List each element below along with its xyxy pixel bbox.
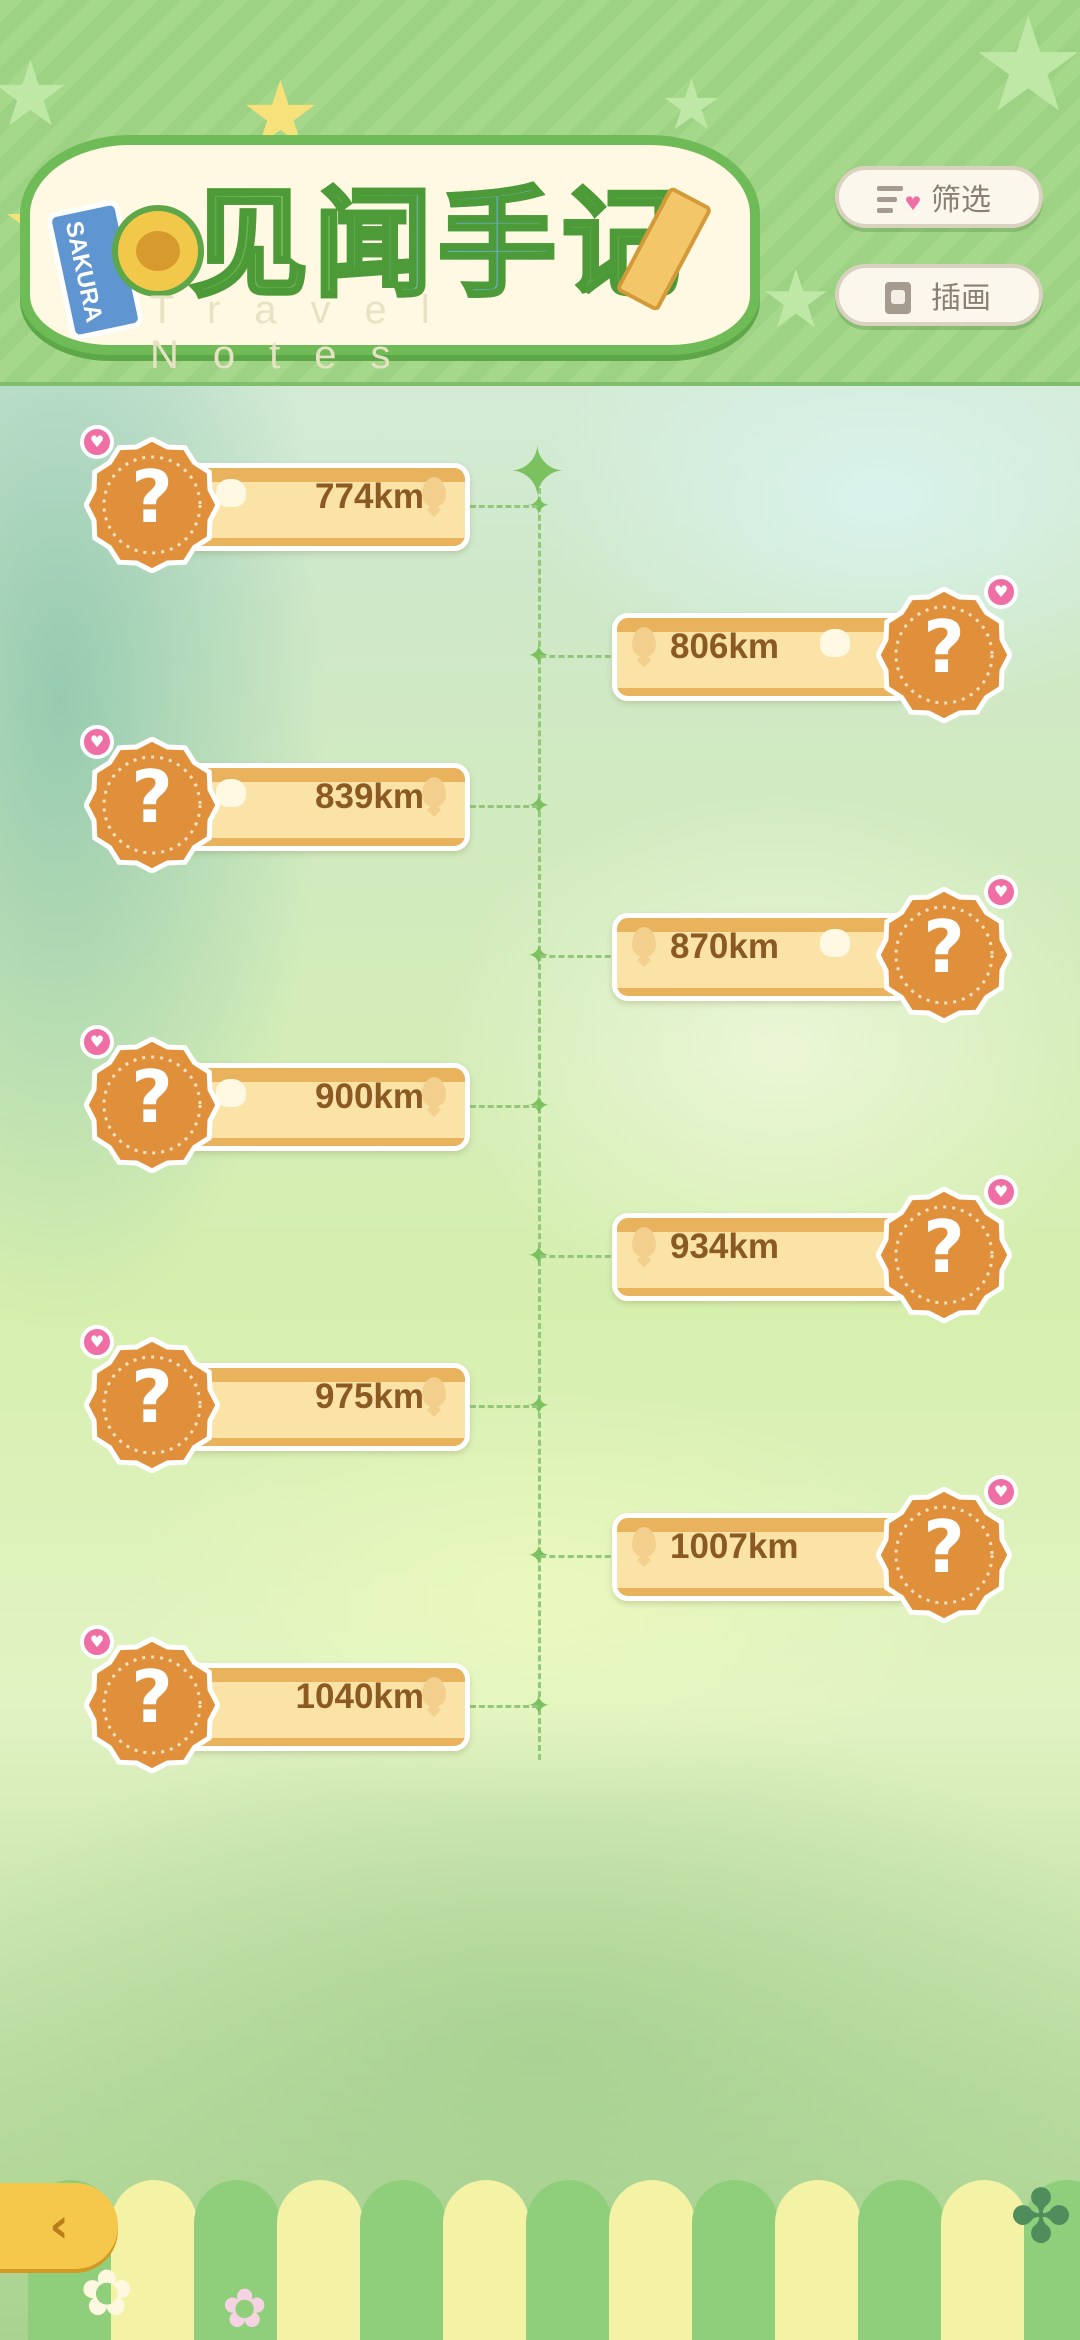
travel-note-entry[interactable]: 934km? ♥ — [612, 1175, 1018, 1327]
travel-note-entry[interactable]: 806km? ♥ — [612, 575, 1018, 727]
question-mark-icon: ? — [131, 1355, 173, 1439]
mystery-badge[interactable]: ? — [876, 887, 1012, 1023]
fence-picket — [692, 2180, 778, 2340]
favorite-heart-icon: ♥ — [80, 425, 114, 459]
gallery-button[interactable]: 插画 — [835, 264, 1043, 326]
distance-label: 934km — [670, 1227, 779, 1266]
clover-icon: ✤ — [1010, 2174, 1073, 2260]
page-subtitle: Travel Notes — [150, 288, 464, 377]
travel-note-entry[interactable]: 900km? ♥ — [80, 1025, 484, 1177]
timeline-connector — [540, 955, 620, 958]
location-pin-icon — [422, 777, 446, 807]
star-decoration-icon: ★ — [970, 0, 1080, 141]
location-pin-icon — [632, 627, 656, 657]
travel-note-entry[interactable]: 870km? ♥ — [612, 875, 1018, 1027]
favorite-heart-icon: ♥ — [80, 1025, 114, 1059]
gift-bag-icon — [820, 629, 850, 657]
distance-label: 1040km — [295, 1677, 424, 1716]
tag-label: SAKURA — [59, 218, 108, 325]
back-button[interactable]: ‹ — [0, 2183, 118, 2269]
question-mark-icon: ? — [131, 1655, 173, 1739]
location-pin-icon — [422, 1677, 446, 1707]
location-pin-icon — [632, 1227, 656, 1257]
question-mark-icon: ? — [923, 905, 965, 989]
distance-label: 870km — [670, 927, 779, 966]
mystery-badge[interactable]: ? — [876, 587, 1012, 723]
timeline-connector — [540, 655, 620, 658]
location-pin-icon — [632, 927, 656, 957]
flower-icon: ✿ — [80, 2257, 134, 2331]
filter-button[interactable]: 筛选 — [835, 166, 1043, 228]
gift-bag-icon — [216, 779, 246, 807]
favorite-heart-icon: ♥ — [80, 1325, 114, 1359]
flower-icon: ✿ — [222, 2277, 268, 2340]
fence-picket — [277, 2180, 363, 2340]
fence-picket — [609, 2180, 695, 2340]
location-pin-icon — [632, 1527, 656, 1557]
travel-note-entry[interactable]: 975km? ♥ — [80, 1325, 484, 1477]
mystery-badge[interactable]: ? — [84, 1637, 220, 1773]
favorite-heart-icon: ♥ — [984, 575, 1018, 609]
mystery-badge[interactable]: ? — [84, 437, 220, 573]
mystery-badge[interactable]: ? — [84, 1037, 220, 1173]
gift-bag-icon — [216, 1079, 246, 1107]
question-mark-icon: ? — [131, 1055, 173, 1139]
fence-picket — [360, 2180, 446, 2340]
star-decoration-icon: ★ — [760, 253, 832, 346]
fence-picket — [775, 2180, 861, 2340]
location-pin-icon — [422, 477, 446, 507]
timeline-connector — [540, 1255, 620, 1258]
gift-bag-icon — [216, 479, 246, 507]
filter-list-icon — [877, 186, 920, 213]
travel-notes-logo: ★ ★ SAKURA 见闻手记 Travel Notes — [0, 70, 760, 377]
distance-label: 774km — [315, 477, 424, 516]
distance-label: 839km — [315, 777, 424, 816]
distance-label: 1007km — [670, 1527, 799, 1566]
header-banner: ★ ★ ★ ★ ★ ★ SAKURA 见闻手记 Travel Notes 筛选 … — [0, 0, 1080, 386]
favorite-heart-icon: ♥ — [984, 875, 1018, 909]
timeline-connector — [540, 1555, 620, 1558]
distance-label: 975km — [315, 1377, 424, 1416]
mystery-badge[interactable]: ? — [84, 1337, 220, 1473]
distance-label: 806km — [670, 627, 779, 666]
gift-bag-icon — [820, 929, 850, 957]
question-mark-icon: ? — [923, 1205, 965, 1289]
question-mark-icon: ? — [131, 455, 173, 539]
back-arrow-icon: ‹ — [49, 2198, 69, 2254]
mystery-badge[interactable]: ? — [876, 1187, 1012, 1323]
mystery-badge[interactable]: ? — [84, 737, 220, 873]
favorite-heart-icon: ♥ — [984, 1175, 1018, 1209]
filter-button-label: 筛选 — [931, 183, 991, 218]
question-mark-icon: ? — [923, 1505, 965, 1589]
favorite-heart-icon: ♥ — [80, 725, 114, 759]
travel-note-entry[interactable]: 839km? ♥ — [80, 725, 484, 877]
picket-fence — [0, 2175, 1080, 2340]
mystery-badge[interactable]: ? — [876, 1487, 1012, 1623]
favorite-heart-icon: ♥ — [80, 1625, 114, 1659]
fence-picket — [443, 2180, 529, 2340]
favorite-heart-icon: ♥ — [984, 1475, 1018, 1509]
question-mark-icon: ? — [131, 755, 173, 839]
location-pin-icon — [422, 1077, 446, 1107]
travel-note-entry[interactable]: 774km? ♥ — [80, 425, 484, 577]
question-mark-icon: ? — [923, 605, 965, 689]
travel-note-entry[interactable]: 1007km? ♥ — [612, 1475, 1018, 1627]
picture-book-icon — [885, 282, 911, 314]
fence-picket — [526, 2180, 612, 2340]
gallery-button-label: 插画 — [931, 281, 991, 316]
distance-label: 900km — [315, 1077, 424, 1116]
fence-picket — [858, 2180, 944, 2340]
travel-note-entry[interactable]: 1040km? ♥ — [80, 1625, 484, 1777]
location-pin-icon — [422, 1377, 446, 1407]
